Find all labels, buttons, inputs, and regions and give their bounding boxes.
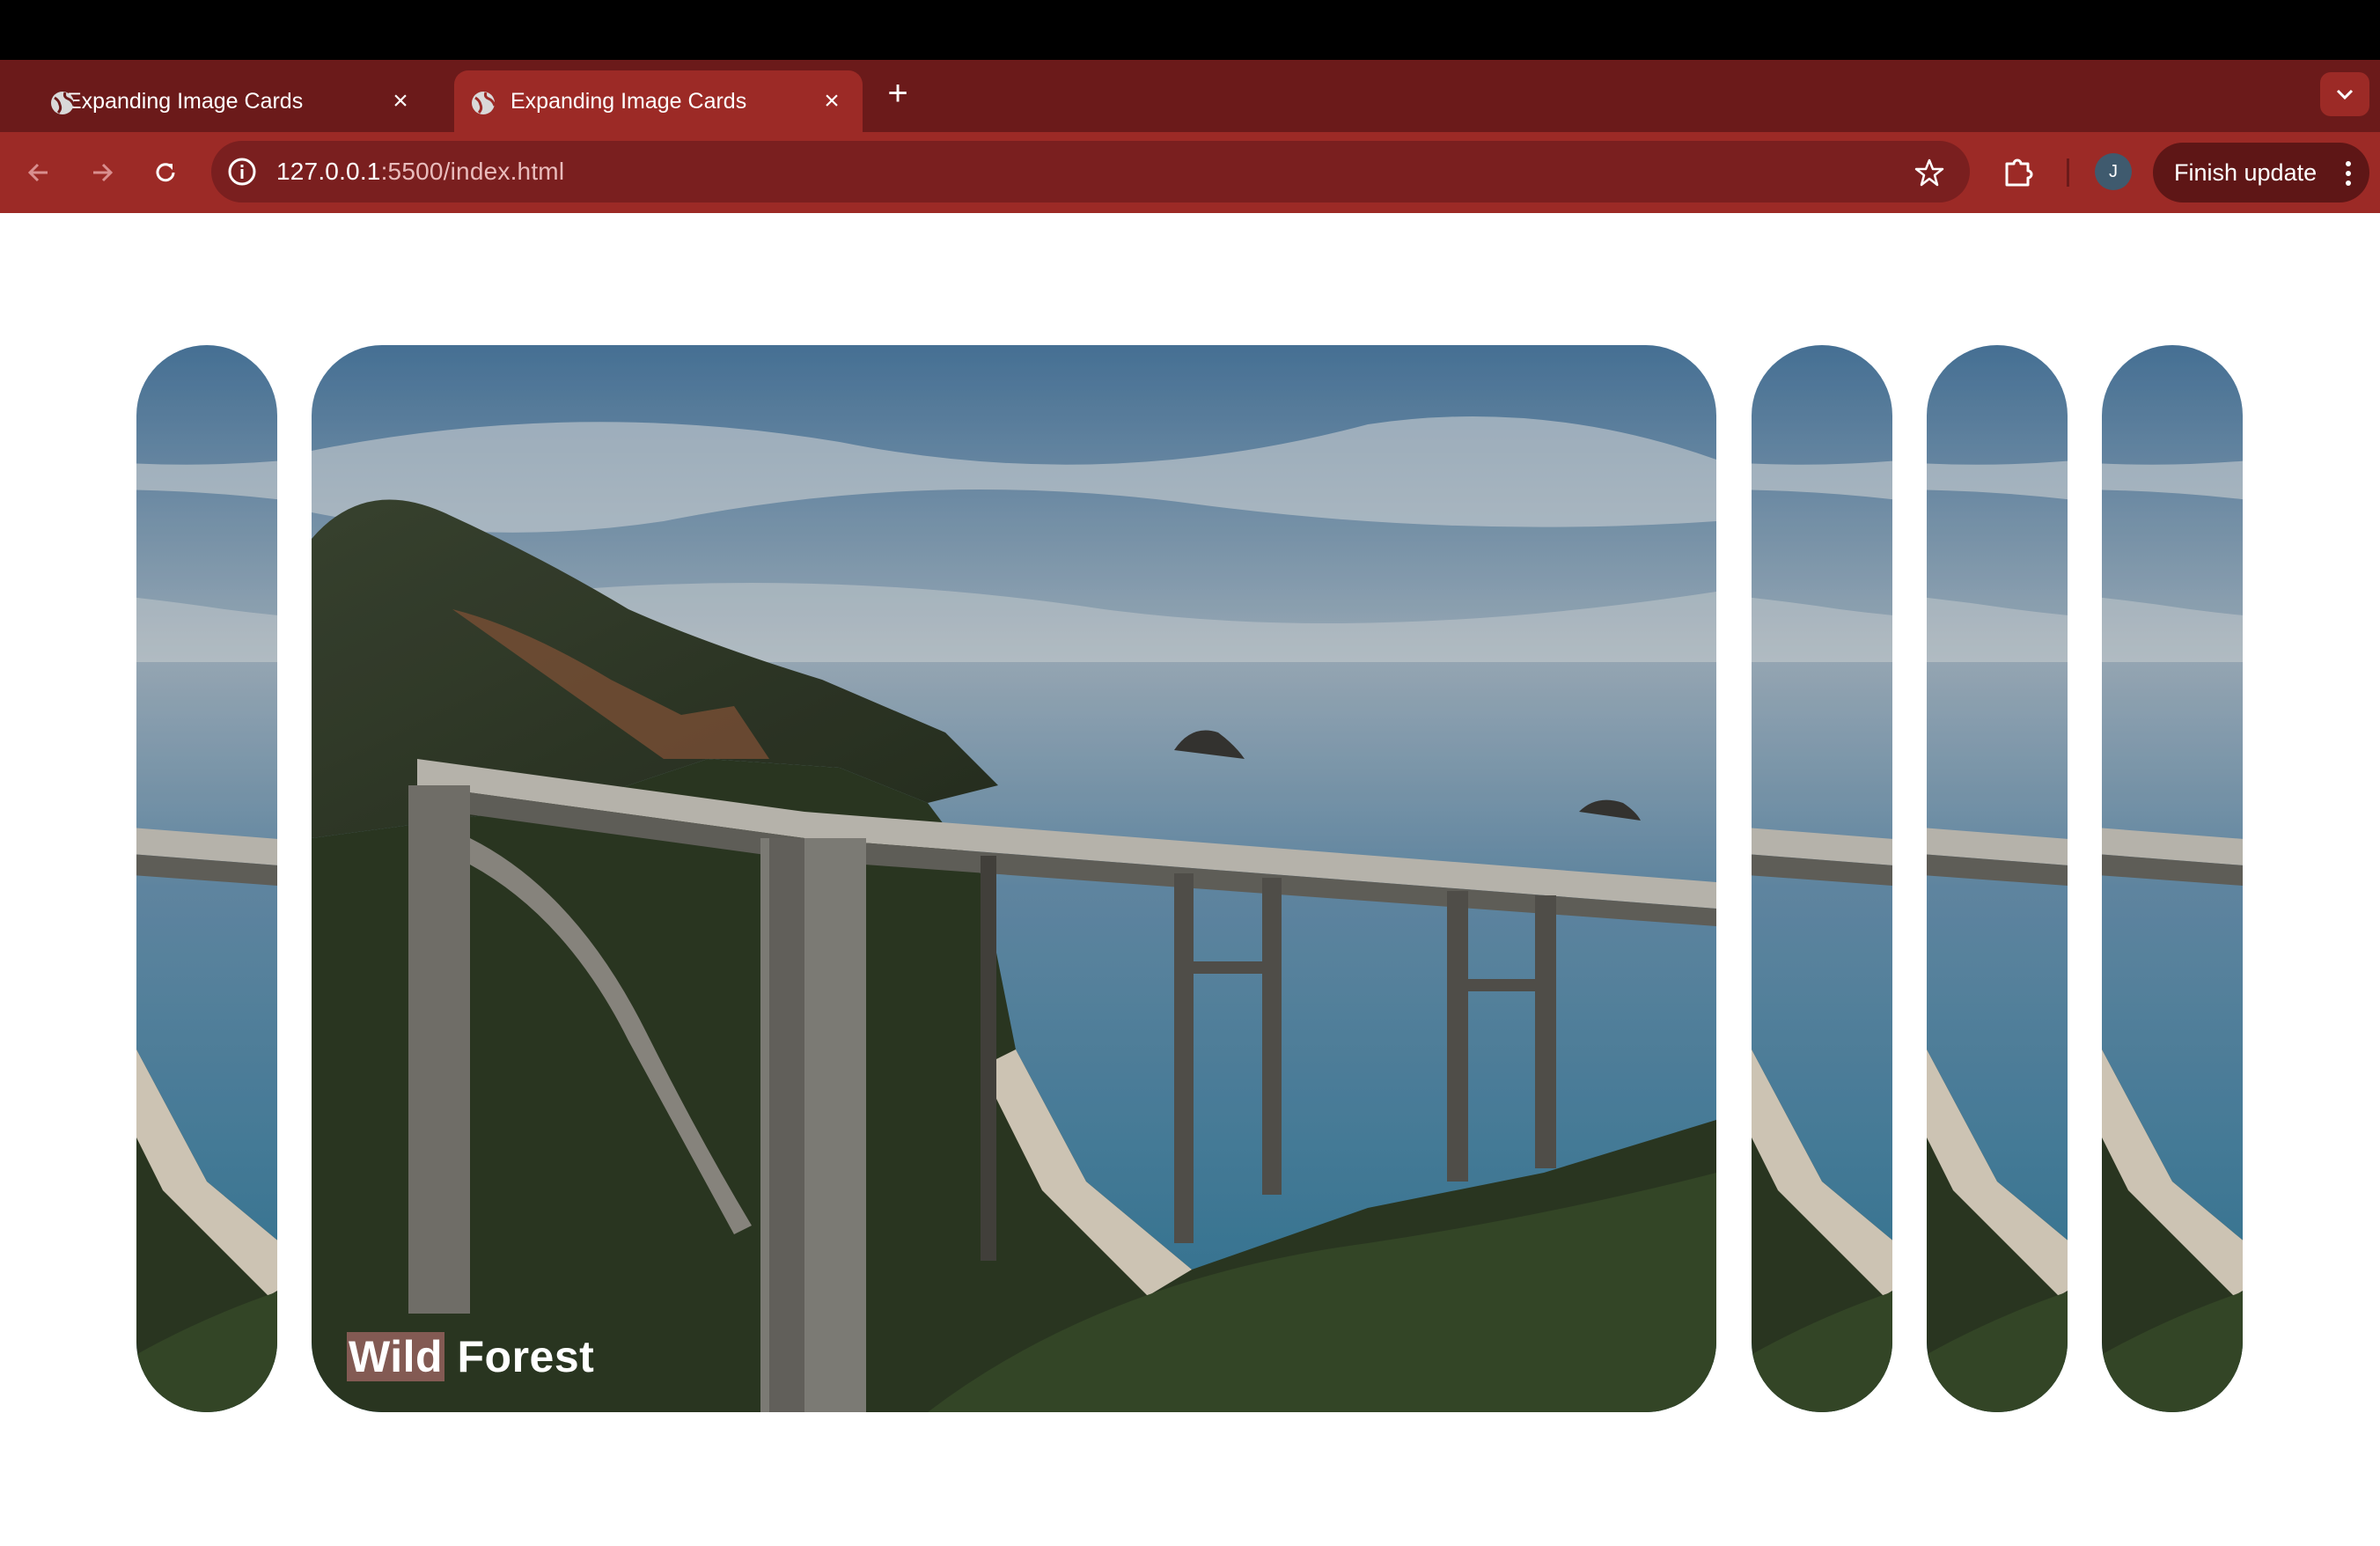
finish-update-button[interactable]: Finish update [2153, 143, 2369, 202]
tab-search-button[interactable] [2320, 72, 2369, 116]
close-tab-icon[interactable]: × [819, 86, 845, 115]
card-image [136, 345, 277, 1412]
close-tab-icon[interactable]: × [387, 86, 414, 115]
url-path: :5500/index.html [380, 158, 565, 185]
tab-title: Expanding Image Cards [511, 88, 747, 114]
image-card-4[interactable] [1927, 345, 2068, 1412]
image-card-5[interactable] [2102, 345, 2243, 1412]
more-menu-icon[interactable] [2345, 160, 2352, 187]
image-card-1[interactable] [136, 345, 277, 1412]
image-card-active[interactable]: Wild Forest [312, 345, 1716, 1412]
tab-inactive[interactable]: Expanding Image Cards × [18, 70, 431, 132]
bookmark-star-icon[interactable] [1914, 157, 1945, 188]
os-top-bar [0, 0, 2380, 60]
chevron-down-icon [2336, 89, 2354, 100]
arrow-right-icon [93, 163, 114, 182]
extensions-puzzle-icon[interactable] [2000, 151, 2038, 190]
card-image [312, 345, 1716, 1412]
card-image [1927, 345, 2068, 1412]
reload-icon [156, 163, 175, 182]
tab-active[interactable]: Expanding Image Cards × [454, 70, 863, 132]
forward-button[interactable] [83, 153, 121, 192]
site-info-icon[interactable] [225, 155, 259, 188]
new-tab-button[interactable]: + [880, 74, 915, 113]
globe-icon [51, 92, 76, 114]
card-title-word-2: Forest [457, 1332, 595, 1381]
image-cards-container: Wild Forest [0, 213, 2380, 1546]
browser-toolbar: 127.0.0.1:5500/index.html J Finish updat… [0, 132, 2380, 213]
toolbar-divider [2067, 158, 2069, 187]
finish-update-label: Finish update [2174, 158, 2318, 186]
card-title-word-1: Wild [347, 1332, 445, 1381]
address-bar[interactable]: 127.0.0.1:5500/index.html [211, 141, 1970, 202]
profile-avatar[interactable]: J [2095, 153, 2132, 190]
tab-title: Expanding Image Cards [67, 88, 304, 114]
url-text[interactable]: 127.0.0.1:5500/index.html [276, 158, 564, 186]
globe-icon [472, 92, 496, 114]
reload-button[interactable] [146, 153, 185, 192]
tab-strip: Expanding Image Cards × Expanding Image … [0, 60, 2380, 132]
url-host: 127.0.0.1 [276, 158, 381, 185]
back-button[interactable] [19, 153, 58, 192]
card-image [1752, 345, 1892, 1412]
card-image [2102, 345, 2243, 1412]
arrow-left-icon [27, 163, 48, 182]
card-title: Wild Forest [347, 1331, 594, 1382]
image-card-3[interactable] [1752, 345, 1892, 1412]
